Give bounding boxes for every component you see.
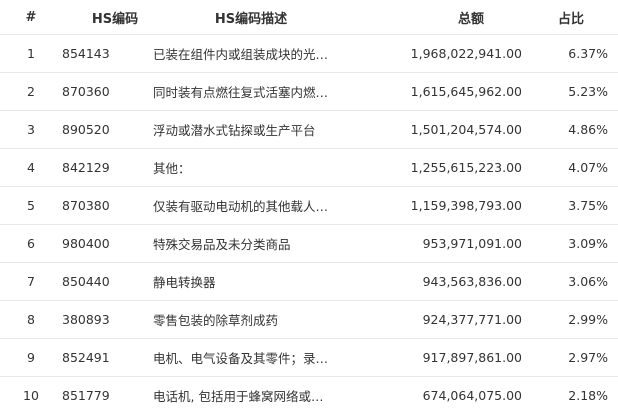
row-total: 1,968,022,941.00 [410,46,522,61]
row-hs-code: 850440 [62,274,110,289]
row-description-text: 电机、电气设备及其零件；录… [153,351,329,366]
row-total: 953,971,091.00 [422,236,522,251]
row-hs-description: 同时装有点燃往复式活塞内燃… [153,73,358,110]
table-row: 2 870360 同时装有点燃往复式活塞内燃… 1,615,645,962.00… [0,73,618,111]
row-hs-description: 电机、电气设备及其零件；录… [153,339,358,376]
row-description-text: 零售包装的除草剂成药 [153,313,279,328]
row-hs-code: 870380 [62,198,110,213]
table-row: 7 850440 静电转换器 943,563,836.00 3.06% [0,263,618,301]
row-hs-description: 电话机, 包括用于蜂窝网络或… [153,377,358,413]
row-index: 8 [27,312,35,327]
row-hs-code: 870360 [62,84,110,99]
row-description-text: 仅装有驱动电动机的其他载人… [153,199,329,214]
row-share: 2.18% [568,387,608,403]
row-index: 6 [27,236,35,251]
header-hs-code[interactable]: HS编码 [62,0,150,34]
row-hs-code: 890520 [62,122,110,137]
row-share: 6.37% [568,46,608,61]
row-hs-description: 仅装有驱动电动机的其他载人… [153,187,358,224]
table-header-row: # HS编码 HS编码描述 总额 占比 [0,0,618,35]
table-row: 1 854143 已装在组件内或组装成块的光… 1,968,022,941.00… [0,35,618,73]
row-share: 3.75% [568,198,608,213]
row-share: 3.09% [568,236,608,251]
table-row: 4 842129 其他： 1,255,615,223.00 4.07% [0,149,618,187]
row-hs-description: 特殊交易品及未分类商品 [153,225,358,262]
row-index: 7 [27,274,35,289]
row-share: 2.97% [568,350,608,365]
row-index: 2 [27,84,35,99]
row-description-text: 电话机, 包括用于蜂窝网络或… [153,388,324,404]
row-total: 917,897,861.00 [422,350,522,365]
row-index: 9 [27,350,35,365]
row-share: 5.23% [568,84,608,99]
row-description-text: 静电转换器 [153,275,216,290]
row-description-text: 浮动或潜水式钻探或生产平台 [153,123,316,138]
row-index: 1 [27,46,35,61]
table-row: 10 851779 电话机, 包括用于蜂窝网络或… 674,064,075.00… [0,377,618,413]
row-share: 4.86% [568,122,608,137]
table-row: 3 890520 浮动或潜水式钻探或生产平台 1,501,204,574.00 … [0,111,618,149]
row-index: 5 [27,198,35,213]
row-share: 2.99% [568,312,608,327]
row-total: 924,377,771.00 [422,312,522,327]
row-index: 4 [27,160,35,175]
row-index: 3 [27,122,35,137]
table-row: 5 870380 仅装有驱动电动机的其他载人… 1,159,398,793.00… [0,187,618,225]
row-total: 674,064,075.00 [422,387,522,403]
row-hs-code: 980400 [62,236,110,251]
row-total: 1,615,645,962.00 [410,84,522,99]
row-hs-description: 其他： [153,149,358,186]
row-share: 3.06% [568,274,608,289]
row-share: 4.07% [568,160,608,175]
row-description-text: 其他： [153,161,191,176]
header-hs-description[interactable]: HS编码描述 [150,0,352,34]
header-share[interactable]: 占比 [522,0,584,34]
row-hs-code: 852491 [62,350,110,365]
row-description-text: 已装在组件内或组装成块的光… [153,47,329,62]
header-total[interactable]: 总额 [360,0,484,34]
row-hs-description: 浮动或潜水式钻探或生产平台 [153,111,358,148]
header-index: # [25,9,37,25]
table-row: 8 380893 零售包装的除草剂成药 924,377,771.00 2.99% [0,301,618,339]
table-row: 6 980400 特殊交易品及未分类商品 953,971,091.00 3.09… [0,225,618,263]
row-total: 1,501,204,574.00 [410,122,522,137]
row-hs-description: 零售包装的除草剂成药 [153,301,358,338]
table-row: 9 852491 电机、电气设备及其零件；录… 917,897,861.00 2… [0,339,618,377]
row-hs-code: 380893 [62,312,110,327]
row-total: 1,159,398,793.00 [410,198,522,213]
row-description-text: 特殊交易品及未分类商品 [153,237,291,252]
hs-code-table: # HS编码 HS编码描述 总额 占比 1 854143 已装在组件内或组装成块… [0,0,618,413]
row-hs-code: 842129 [62,160,110,175]
row-index: 10 [23,387,39,403]
row-total: 1,255,615,223.00 [410,160,522,175]
row-total: 943,563,836.00 [422,274,522,289]
row-hs-description: 静电转换器 [153,263,358,300]
row-hs-description: 已装在组件内或组装成块的光… [153,35,358,72]
row-hs-code: 851779 [62,387,110,403]
row-hs-code: 854143 [62,46,110,61]
row-description-text: 同时装有点燃往复式活塞内燃… [153,85,329,100]
